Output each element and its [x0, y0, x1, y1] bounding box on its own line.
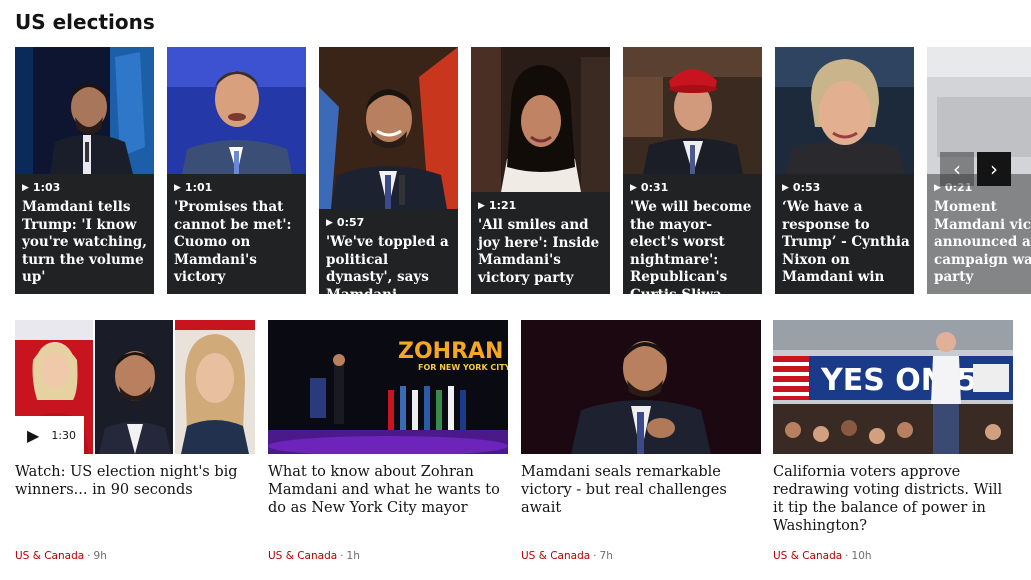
video-title[interactable]: Mamdani tells Trump: 'I know you're watc… [22, 199, 150, 287]
play-icon: ▶ [22, 182, 29, 193]
duration-label: 1:01 [184, 181, 213, 194]
video-title[interactable]: 'We've toppled a political dynasty', say… [326, 234, 454, 294]
story-category-link[interactable]: US & Canada [521, 550, 590, 562]
video-title[interactable]: 'We will become the mayor-elect's worst … [630, 199, 758, 294]
story-category-link[interactable]: US & Canada [773, 550, 842, 562]
story-card[interactable]: YES ON 50 California voters approve redr… [773, 320, 1013, 562]
video-duration: ▶ 0:57 [326, 216, 364, 229]
play-icon: ▶ [174, 182, 181, 193]
story-timestamp: 7h [599, 550, 613, 562]
video-card[interactable]: ▶ 0:31 'We will become the mayor-elect's … [623, 47, 762, 294]
video-duration: ▶ 1:21 [478, 199, 516, 212]
story-meta: US & Canada · 7h [521, 550, 613, 562]
video-thumbnail [15, 47, 154, 174]
video-title[interactable]: Moment Mamdani victory announced at camp… [934, 199, 1031, 287]
story-card[interactable]: Mamdani seals remarkable victory - but r… [521, 320, 761, 562]
video-carousel: ▶ 1:03 Mamdani tells Trump: 'I know you'r… [15, 47, 1031, 294]
story-card[interactable]: ▶ 1:30 Watch: US election night's big wi… [15, 320, 255, 562]
banner-text: YES ON 50 [820, 363, 998, 398]
video-duration: ▶ 1:01 [174, 181, 212, 194]
story-image: ZOHRAN FOR NEW YORK CITY [268, 320, 508, 454]
video-thumbnail [775, 47, 914, 174]
story-meta: US & Canada · 10h [773, 550, 872, 562]
story-title[interactable]: Mamdani seals remarkable victory - but r… [521, 463, 761, 517]
story-timestamp: 1h [346, 550, 360, 562]
play-icon: ▶ [782, 182, 789, 193]
meta-separator: · [845, 550, 849, 562]
story-image: YES ON 50 [773, 320, 1013, 454]
video-card[interactable]: ▶ 1:01 'Promises that cannot be met': Cuo… [167, 47, 306, 294]
story-meta: US & Canada · 1h [268, 550, 360, 562]
story-category-link[interactable]: US & Canada [268, 550, 337, 562]
play-icon: ▶ [27, 425, 40, 445]
meta-separator: · [340, 550, 344, 562]
story-category-link[interactable]: US & Canada [15, 550, 84, 562]
stage-sign-subtext: FOR NEW YORK CITY [418, 363, 508, 372]
video-card[interactable]: ▶ 1:03 Mamdani tells Trump: 'I know you'r… [15, 47, 154, 294]
video-duration: ▶ 0:31 [630, 181, 668, 194]
play-icon: ▶ [630, 182, 637, 193]
video-title[interactable]: ‘We have a response to Trump’ - Cynthia … [782, 199, 910, 287]
video-card[interactable]: ▶ 1:21 'All smiles and joy here': Inside … [471, 47, 610, 294]
video-thumbnail [319, 47, 458, 209]
video-card[interactable]: ▶ 0:57 'We've toppled a political dynasty… [319, 47, 458, 294]
video-card[interactable]: ▶ 0:53 ‘We have a response to Trump’ - Cy… [775, 47, 914, 294]
carousel-next-button[interactable]: › [977, 152, 1011, 186]
meta-separator: · [87, 550, 91, 562]
stage-sign-text: ZOHRAN [398, 339, 503, 364]
video-title[interactable]: 'Promises that cannot be met': Cuomo on … [174, 199, 302, 287]
duration-label: 1:21 [488, 199, 517, 212]
duration-label: 1:03 [32, 181, 61, 194]
video-thumbnail [471, 47, 610, 192]
story-title[interactable]: Watch: US election night's big winners..… [15, 463, 255, 499]
chevron-right-icon: › [990, 157, 998, 181]
video-title[interactable]: 'All smiles and joy here': Inside Mamdan… [478, 217, 606, 287]
story-card[interactable]: ZOHRAN FOR NEW YORK CITY What to know ab… [268, 320, 508, 562]
chevron-left-icon: ‹ [953, 157, 961, 181]
section-title: US elections [15, 10, 155, 34]
duration-label: 0:57 [336, 216, 365, 229]
video-thumbnail [167, 47, 306, 174]
play-icon: ▶ [478, 200, 485, 211]
video-thumbnail [623, 47, 762, 174]
duration-label: 0:31 [640, 181, 669, 194]
play-icon: ▶ [326, 217, 333, 228]
story-title[interactable]: California voters approve redrawing voti… [773, 463, 1013, 535]
meta-separator: · [593, 550, 597, 562]
video-badge[interactable]: ▶ 1:30 [15, 416, 84, 454]
story-meta: US & Canada · 9h [15, 550, 107, 562]
story-timestamp: 9h [93, 550, 107, 562]
story-image: ▶ 1:30 [15, 320, 255, 454]
story-title[interactable]: What to know about Zohran Mamdani and wh… [268, 463, 508, 517]
video-duration: ▶ 0:53 [782, 181, 820, 194]
story-timestamp: 10h [851, 550, 872, 562]
story-image [521, 320, 761, 454]
video-duration-label: 1:30 [51, 428, 77, 442]
video-duration: ▶ 1:03 [22, 181, 60, 194]
duration-label: 0:53 [792, 181, 821, 194]
carousel-prev-button[interactable]: ‹ [940, 152, 974, 186]
